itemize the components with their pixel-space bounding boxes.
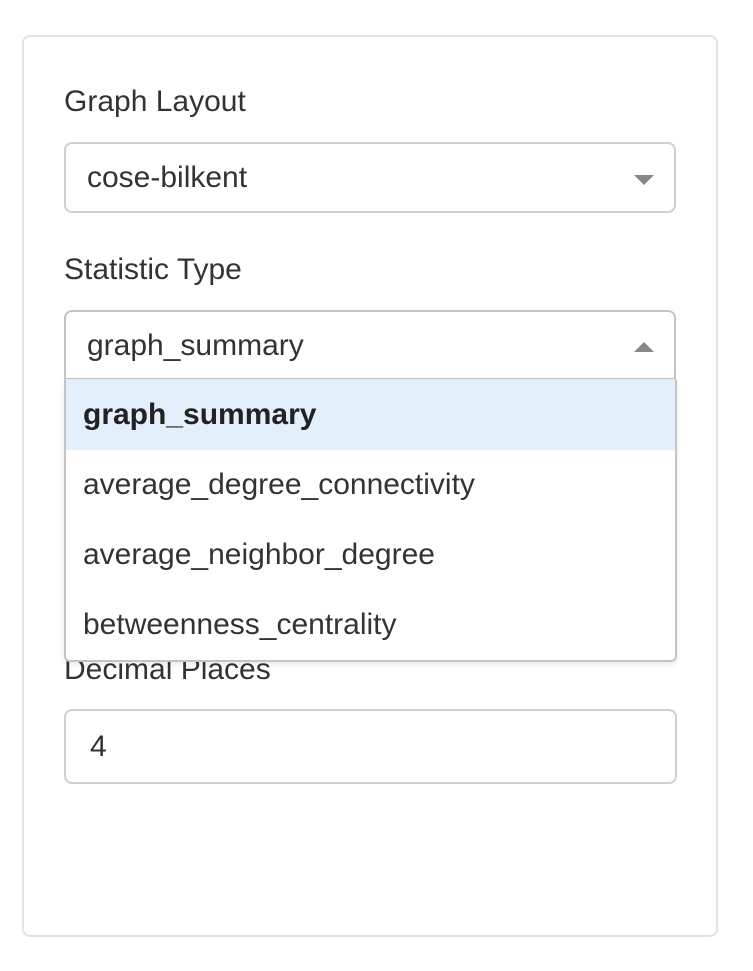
chevron-up-icon [634, 342, 654, 352]
statistic-type-label: Statistic Type [64, 253, 242, 286]
dropdown-option-betweenness-centrality[interactable]: betweenness_centrality [66, 590, 675, 660]
dropdown-option-average-degree-connectivity[interactable]: average_degree_connectivity [66, 450, 675, 520]
chevron-down-icon [634, 175, 654, 185]
dropdown-option-average-neighbor-degree[interactable]: average_neighbor_degree [66, 520, 675, 590]
dropdown-option-graph-summary[interactable]: graph_summary [66, 380, 675, 450]
statistic-type-value: graph_summary [87, 329, 304, 362]
statistic-type-dropdown: graph_summary average_degree_connectivit… [64, 379, 677, 662]
graph-layout-label: Graph Layout [64, 85, 246, 118]
graph-layout-select[interactable]: cose-bilkent [64, 142, 676, 213]
decimal-places-input[interactable] [64, 709, 677, 784]
statistic-type-select[interactable]: graph_summary [64, 310, 676, 380]
graph-layout-value: cose-bilkent [87, 161, 248, 194]
